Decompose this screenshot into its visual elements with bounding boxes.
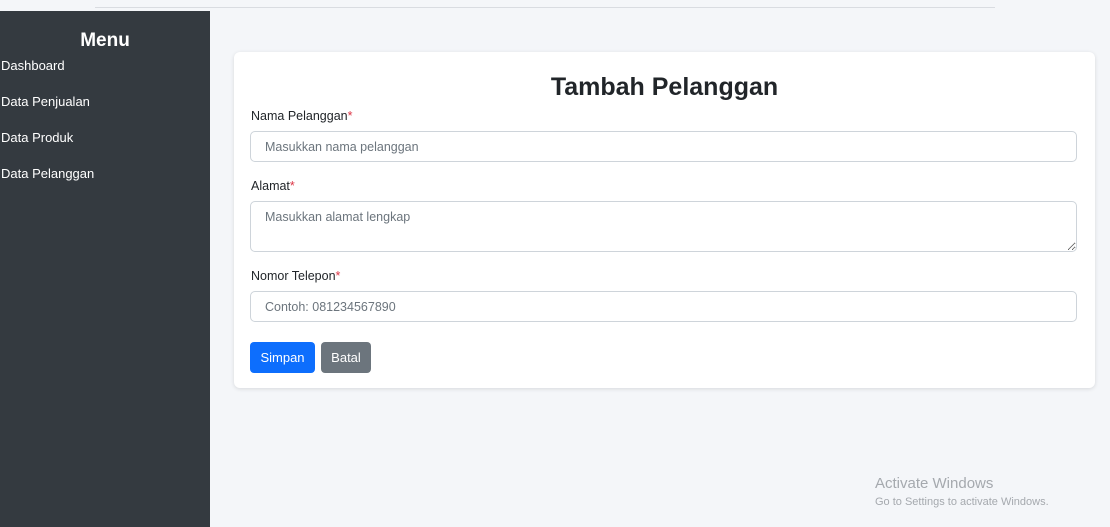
sidebar-title: Menu [80, 30, 130, 51]
alamat-label-text: Alamat [251, 179, 290, 193]
sidebar-item-data-penjualan[interactable]: Data Penjualan [0, 94, 210, 110]
required-marker: * [289, 179, 295, 193]
alamat-textarea[interactable] [250, 201, 1077, 252]
sidebar: Menu Dashboard Data Penjualan Data Produ… [0, 11, 210, 527]
required-marker: * [347, 109, 353, 123]
windows-activation-watermark: Activate Windows Go to Settings to activ… [875, 475, 1049, 509]
sidebar-item-data-produk[interactable]: Data Produk [0, 130, 210, 146]
watermark-title: Activate Windows [875, 475, 994, 492]
required-marker: * [335, 269, 341, 283]
sidebar-menu: Dashboard Data Penjualan Data Produk Dat… [0, 58, 210, 182]
top-divider [95, 7, 995, 8]
form-card: Tambah Pelanggan Nama Pelanggan* Alamat*… [234, 52, 1095, 388]
page-title: Tambah Pelanggan [550, 73, 779, 101]
watermark-subtitle: Go to Settings to activate Windows. [875, 496, 1049, 508]
batal-button[interactable]: Batal [321, 342, 371, 373]
simpan-button[interactable]: Simpan [250, 342, 315, 373]
telepon-label: Nomor Telepon* [251, 268, 340, 284]
nama-label: Nama Pelanggan* [251, 108, 352, 124]
nama-pelanggan-input[interactable] [250, 131, 1077, 162]
telepon-label-text: Nomor Telepon [251, 269, 336, 283]
nomor-telepon-input[interactable] [250, 291, 1077, 322]
alamat-label: Alamat* [251, 178, 295, 194]
nama-label-text: Nama Pelanggan [251, 109, 348, 123]
sidebar-item-dashboard[interactable]: Dashboard [0, 58, 210, 74]
sidebar-item-data-pelanggan[interactable]: Data Pelanggan [0, 166, 210, 182]
